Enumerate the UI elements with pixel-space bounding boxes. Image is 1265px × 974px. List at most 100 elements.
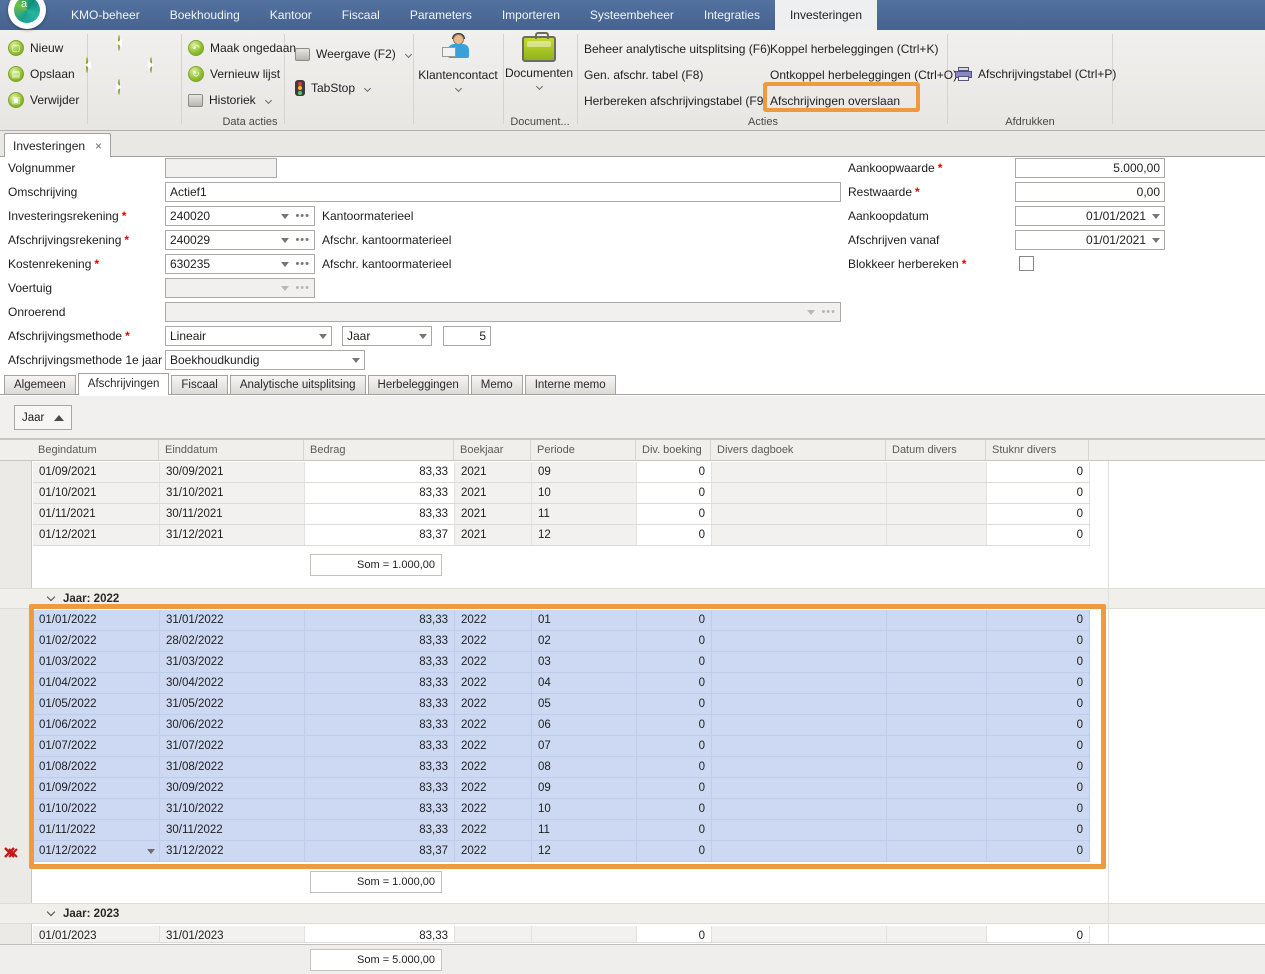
- column-header[interactable]: Datum divers: [886, 440, 986, 460]
- kostenrekening-field[interactable]: 630235•••: [165, 254, 315, 274]
- column-header[interactable]: Divers dagboek: [711, 440, 886, 460]
- ontkoppel-herbeleggingen-button[interactable]: Ontkoppel herbeleggingen (Ctrl+O): [770, 65, 957, 85]
- column-header[interactable]: Boekjaar: [454, 440, 531, 460]
- afschrijven-vanaf-field[interactable]: 01/01/2021: [1015, 230, 1165, 250]
- table-row[interactable]: 01/07/202231/07/202283,3320220700: [33, 736, 1090, 757]
- table-row[interactable]: 01/11/202130/11/202183,3320211100: [33, 504, 1090, 525]
- beheer-analytische-uitsplitsing-button[interactable]: Beheer analytische uitsplitsing (F6): [584, 39, 771, 59]
- column-header[interactable]: Begindatum: [32, 440, 159, 460]
- column-header[interactable]: Periode: [531, 440, 636, 460]
- table-row[interactable]: 01/12/202231/12/202283,3720221200: [33, 841, 1090, 862]
- menu-item-investeringen[interactable]: Investeringen: [775, 0, 877, 30]
- chevron-down-icon[interactable]: [419, 334, 427, 339]
- klantencontact-button[interactable]: Klantencontact: [413, 34, 503, 96]
- vernieuw-lijst-button[interactable]: ↻ Vernieuw lijst: [188, 64, 280, 84]
- weergave-button[interactable]: Weergave (F2): [295, 44, 411, 64]
- table-row[interactable]: 01/02/202228/02/202283,3320220200: [33, 631, 1090, 652]
- menu-item-systeembeheer[interactable]: Systeembeheer: [575, 0, 689, 30]
- table-row[interactable]: 01/10/202231/10/202283,3320221000: [33, 799, 1090, 820]
- opslaan-button[interactable]: ▤ Opslaan: [8, 64, 75, 84]
- afschrijvingen-overslaan-button[interactable]: Afschrijvingen overslaan: [770, 91, 900, 111]
- chevron-down-icon[interactable]: [281, 262, 289, 267]
- tab-afschrijvingen[interactable]: Afschrijvingen: [78, 373, 170, 395]
- chevron-down-icon[interactable]: [1152, 238, 1160, 243]
- afschrijvingsmethode-select[interactable]: Lineair: [165, 326, 332, 346]
- verwijder-button[interactable]: ▣ Verwijder: [8, 90, 79, 110]
- table-row[interactable]: 01/09/202130/09/202183,3320210900: [33, 462, 1090, 483]
- restwaarde-field[interactable]: 0,00: [1015, 182, 1165, 202]
- maak-ongedaan-button[interactable]: ↶ Maak ongedaan: [188, 38, 296, 58]
- onroerend-field[interactable]: •••: [165, 302, 841, 322]
- nav-first-button[interactable]: [86, 58, 88, 72]
- column-header[interactable]: Einddatum: [159, 440, 304, 460]
- tab-fiscaal[interactable]: Fiscaal: [171, 375, 227, 394]
- herbereken-afschrijvingstabel-button[interactable]: Herbereken afschrijvingstabel (F9): [584, 91, 767, 111]
- table-cell: 12: [532, 525, 637, 545]
- menu-item-kmo-beheer[interactable]: KMO-beheer: [56, 0, 155, 30]
- tab-herbeleggingen[interactable]: Herbeleggingen: [368, 375, 469, 394]
- table-row[interactable]: 01/09/202230/09/202283,3320220900: [33, 778, 1090, 799]
- table-row[interactable]: 01/11/202230/11/202283,3320221100: [33, 820, 1090, 841]
- nav-prev-button[interactable]: [118, 36, 120, 50]
- menu-item-importeren[interactable]: Importeren: [487, 0, 575, 30]
- column-header[interactable]: Div. boeking: [636, 440, 711, 460]
- aankoopdatum-field[interactable]: 01/01/2021: [1015, 206, 1165, 226]
- tab-memo[interactable]: Memo: [471, 375, 523, 394]
- klantencontact-label: Klantencontact: [413, 68, 503, 82]
- tab-algemeen[interactable]: Algemeen: [4, 375, 76, 394]
- group-by-jaar-button[interactable]: Jaar: [14, 405, 72, 430]
- table-row[interactable]: 01/01/202231/01/202283,3320220100: [33, 610, 1090, 631]
- group-expand-icon[interactable]: [47, 593, 55, 601]
- menu-item-fiscaal[interactable]: Fiscaal: [327, 0, 395, 30]
- table-row[interactable]: 01/01/202331/01/202383,3300: [33, 926, 1090, 943]
- close-icon[interactable]: ×: [95, 139, 102, 153]
- documenten-button[interactable]: Documenten: [500, 34, 578, 94]
- lookup-ellipsis-icon[interactable]: •••: [295, 260, 310, 268]
- chevron-down-icon[interactable]: [147, 849, 155, 854]
- table-row[interactable]: 01/12/202131/12/202183,3720211200: [33, 525, 1090, 546]
- voertuig-field[interactable]: •••: [165, 278, 315, 298]
- chevron-down-icon[interactable]: [352, 358, 360, 363]
- group-expand-icon[interactable]: [47, 908, 55, 916]
- blokkeer-herbereken-checkbox[interactable]: [1019, 256, 1034, 271]
- volgnummer-field[interactable]: [165, 158, 277, 178]
- methode-1e-jaar-select[interactable]: Boekhoudkundig: [165, 350, 365, 370]
- lookup-ellipsis-icon[interactable]: •••: [295, 236, 310, 244]
- omschrijving-field[interactable]: Actief1: [165, 182, 841, 202]
- lookup-ellipsis-icon[interactable]: •••: [295, 212, 310, 220]
- chevron-down-icon[interactable]: [1152, 214, 1160, 219]
- tab-investeringen[interactable]: Investeringen ×: [4, 133, 111, 157]
- afschrijvingsmethode-periode-select[interactable]: Jaar: [342, 326, 432, 346]
- menu-item-boekhouding[interactable]: Boekhouding: [155, 0, 255, 30]
- menu-item-kantoor[interactable]: Kantoor: [255, 0, 327, 30]
- koppel-herbeleggingen-button[interactable]: Koppel herbeleggingen (Ctrl+K): [770, 39, 938, 59]
- afschrijvingstabel-button[interactable]: Afschrijvingstabel (Ctrl+P): [955, 64, 1116, 84]
- chevron-down-icon[interactable]: [281, 238, 289, 243]
- table-row[interactable]: 01/05/202231/05/202283,3320220500: [33, 694, 1090, 715]
- table-row[interactable]: 01/10/202131/10/202183,3320211000: [33, 483, 1090, 504]
- table-row[interactable]: 01/03/202231/03/202283,3320220300: [33, 652, 1090, 673]
- investeringsrekening-field[interactable]: 240020•••: [165, 206, 315, 226]
- menu-item-parameters[interactable]: Parameters: [395, 0, 487, 30]
- group-row[interactable]: Jaar: 2023: [0, 903, 1265, 924]
- chevron-down-icon[interactable]: [281, 214, 289, 219]
- tab-interne-memo[interactable]: Interne memo: [525, 375, 616, 394]
- table-row[interactable]: 01/08/202231/08/202283,3320220800: [33, 757, 1090, 778]
- historiek-button[interactable]: Historiek: [188, 90, 271, 110]
- aankoopwaarde-field[interactable]: 5.000,00: [1015, 158, 1165, 178]
- table-row[interactable]: 01/06/202230/06/202283,3320220600: [33, 715, 1090, 736]
- chevron-down-icon[interactable]: [319, 334, 327, 339]
- column-header[interactable]: Stuknr divers: [986, 440, 1089, 460]
- menu-item-integraties[interactable]: Integraties: [689, 0, 775, 30]
- nav-last-button[interactable]: [150, 58, 152, 72]
- group-row[interactable]: Jaar: 2022: [0, 588, 1265, 609]
- tab-analytische-uitsplitsing[interactable]: Analytische uitsplitsing: [230, 375, 366, 394]
- afschrijvingsrekening-field[interactable]: 240029•••: [165, 230, 315, 250]
- afschrijvingsmethode-aantal-field[interactable]: 5: [443, 326, 491, 346]
- nieuw-button[interactable]: ▢ Nieuw: [8, 38, 63, 58]
- column-header[interactable]: Bedrag: [304, 440, 454, 460]
- tabstop-button[interactable]: TabStop: [295, 78, 370, 98]
- gen-afschr-tabel-button[interactable]: Gen. afschr. tabel (F8): [584, 65, 703, 85]
- nav-next-button[interactable]: [118, 80, 120, 94]
- table-row[interactable]: 01/04/202230/04/202283,3320220400: [33, 673, 1090, 694]
